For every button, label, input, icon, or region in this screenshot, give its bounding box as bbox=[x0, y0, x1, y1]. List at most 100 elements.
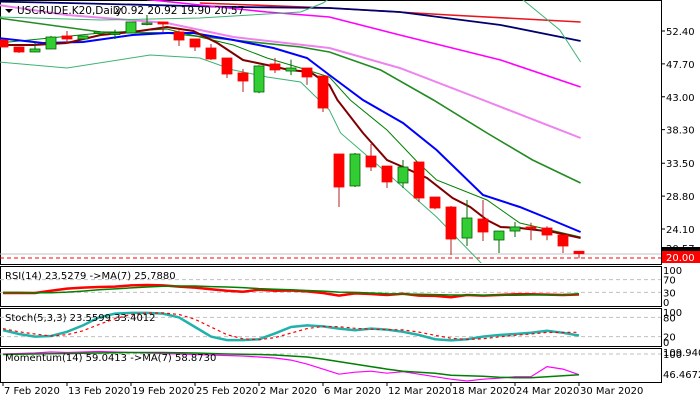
candle-bearish[interactable] bbox=[0, 38, 9, 48]
candle-bullish[interactable] bbox=[45, 35, 57, 50]
date-axis-label: 2 Mar 2020 bbox=[260, 386, 317, 397]
momentum-pane: Momentum(14) 59.0413 ->MA(7) 58.8730 1001… bbox=[0, 348, 700, 383]
candle-body bbox=[573, 250, 585, 255]
candle-bearish[interactable] bbox=[381, 165, 393, 188]
date-axis-label: 19 Feb 2020 bbox=[132, 386, 194, 397]
stochastic-label: Stoch(5,3,3) 23.5599 33.4012 bbox=[5, 313, 156, 324]
candle-body bbox=[173, 31, 185, 41]
date-axis-label: 7 Feb 2020 bbox=[4, 386, 60, 397]
candle-body bbox=[77, 35, 89, 40]
price-axis-label: 28.80 bbox=[666, 192, 695, 203]
rsi-axis-label: 70 bbox=[663, 276, 676, 287]
candle-bullish[interactable] bbox=[493, 230, 505, 253]
stochastic-pane: Stoch(5,3,3) 23.5599 33.4012 80100200 bbox=[0, 308, 682, 349]
candle-bearish[interactable] bbox=[221, 57, 233, 79]
candle-body bbox=[493, 230, 505, 241]
candle-bearish[interactable] bbox=[317, 75, 329, 113]
candle-body bbox=[381, 165, 393, 183]
candle-body bbox=[461, 217, 473, 239]
stochastic-axis-label: 100 bbox=[663, 308, 682, 319]
candle-body bbox=[0, 39, 9, 48]
ma-green-thin bbox=[0, 28, 581, 238]
candle-bullish[interactable] bbox=[285, 59, 297, 76]
candle-body bbox=[189, 38, 201, 48]
price-axis-label: 33.50 bbox=[666, 159, 695, 170]
candle-body bbox=[413, 161, 425, 199]
candle-body bbox=[45, 36, 57, 50]
rsi-label: RSI(14) 23.5279 ->MA(7) 25.7880 bbox=[5, 271, 176, 282]
price-axis-label: 47.70 bbox=[666, 60, 695, 71]
candle-body bbox=[285, 67, 297, 72]
candle-body bbox=[365, 155, 377, 168]
candle-body bbox=[477, 218, 489, 233]
candle-body bbox=[317, 75, 329, 109]
candle-bearish[interactable] bbox=[525, 222, 537, 241]
candle-bearish[interactable] bbox=[429, 196, 441, 210]
candle-bearish[interactable] bbox=[413, 161, 425, 202]
candle-body bbox=[509, 226, 521, 232]
dropdown-triangle-icon[interactable] bbox=[5, 9, 13, 13]
candle-body bbox=[349, 153, 361, 187]
main-plot bbox=[0, 0, 661, 263]
candle-bearish[interactable] bbox=[333, 153, 345, 208]
rsi-pane: RSI(14) 23.5279 ->MA(7) 25.7880 10070300 bbox=[0, 266, 682, 309]
candle-body bbox=[141, 22, 153, 25]
candle-bearish[interactable] bbox=[205, 44, 217, 60]
momentum-axis-label: 109.9407 bbox=[663, 348, 700, 359]
candle-body bbox=[445, 206, 457, 240]
candle-body bbox=[541, 227, 553, 236]
candle-body bbox=[557, 234, 569, 247]
candle-body bbox=[269, 63, 281, 71]
price-axis-label: 38.30 bbox=[666, 126, 695, 137]
candle-body bbox=[237, 72, 249, 82]
date-axis-label: 13 Feb 2020 bbox=[68, 386, 130, 397]
current-price-label: 20.00 bbox=[666, 253, 695, 264]
date-axis-label: 6 Mar 2020 bbox=[324, 386, 381, 397]
date-axis-label: 25 Feb 2020 bbox=[196, 386, 258, 397]
date-axis-label: 30 Mar 2020 bbox=[580, 386, 643, 397]
candle-body bbox=[29, 48, 41, 53]
date-axis-label: 12 Mar 2020 bbox=[388, 386, 451, 397]
candle-body bbox=[221, 57, 233, 75]
ma-red-long bbox=[199, 2, 581, 23]
candle-body bbox=[525, 226, 537, 229]
price-axis-label: 52.40 bbox=[666, 27, 695, 38]
candle-bearish[interactable] bbox=[445, 205, 457, 256]
price-axis-label: 43.00 bbox=[666, 93, 695, 104]
candle-body bbox=[109, 32, 121, 35]
candle-body bbox=[301, 67, 313, 78]
date-axis-label: 24 Mar 2020 bbox=[516, 386, 579, 397]
candle-body bbox=[253, 65, 265, 93]
candle-body bbox=[205, 47, 217, 60]
chart-header: USCRUDE.K20,Daily20.92 20.92 19.90 20.57 bbox=[5, 5, 244, 17]
momentum-axis-label: 46.4672 bbox=[663, 370, 700, 381]
candle-bullish[interactable] bbox=[77, 35, 89, 40]
candle-bearish[interactable] bbox=[365, 143, 377, 171]
candle-bearish[interactable] bbox=[13, 46, 25, 53]
ma-blue bbox=[0, 32, 581, 233]
candle-bearish[interactable] bbox=[189, 38, 201, 52]
candle-bearish[interactable] bbox=[269, 58, 281, 73]
candle-body bbox=[13, 46, 25, 53]
candle-body bbox=[93, 31, 105, 34]
candle-body bbox=[61, 35, 73, 40]
candle-bearish[interactable] bbox=[301, 67, 313, 85]
candle-bullish[interactable] bbox=[509, 222, 521, 237]
candle-body bbox=[125, 21, 137, 34]
candle-bearish[interactable] bbox=[541, 226, 553, 241]
candle-body bbox=[157, 21, 169, 25]
ohlc-values: 20.92 20.92 19.90 20.57 bbox=[114, 5, 244, 17]
trading-chart[interactable]: USCRUDE.K20,Daily20.92 20.92 19.90 20.57… bbox=[0, 0, 700, 400]
candle-body bbox=[429, 196, 441, 209]
candle-bearish[interactable] bbox=[573, 250, 585, 259]
candle-bullish[interactable] bbox=[349, 153, 361, 188]
candle-bearish[interactable] bbox=[173, 30, 185, 46]
candle-bullish[interactable] bbox=[253, 65, 265, 94]
candle-bearish[interactable] bbox=[477, 199, 489, 241]
price-axis-label: 24.10 bbox=[666, 225, 695, 236]
candle-bullish[interactable] bbox=[125, 21, 137, 34]
candle-body bbox=[397, 166, 409, 184]
momentum-label: Momentum(14) 59.0413 ->MA(7) 58.8730 bbox=[5, 353, 216, 364]
date-axis-label: 18 Mar 2020 bbox=[452, 386, 515, 397]
candle-bearish[interactable] bbox=[557, 234, 569, 253]
